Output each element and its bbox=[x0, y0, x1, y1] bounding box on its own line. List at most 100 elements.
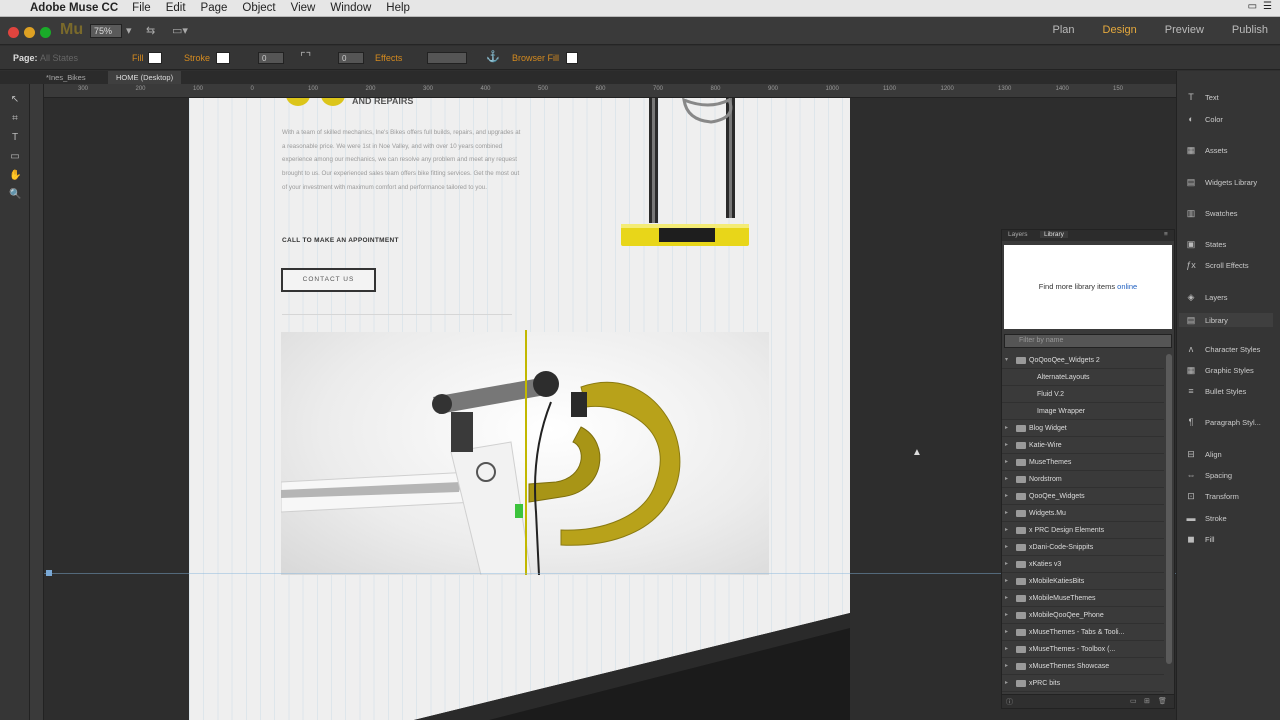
library-tree-row[interactable]: ▸ xPRC bits bbox=[1002, 675, 1164, 692]
library-tree-row[interactable]: ▸ Widgets.Mu bbox=[1002, 505, 1164, 522]
expand-arrow-icon[interactable]: ▸ bbox=[1005, 505, 1008, 522]
library-tree-row[interactable]: ▸ MuseThemes bbox=[1002, 454, 1164, 471]
zoom-tool-icon[interactable]: 🔍 bbox=[9, 189, 21, 201]
expand-arrow-icon[interactable]: ▸ bbox=[1005, 607, 1008, 624]
rectangle-tool-icon[interactable]: ▭ bbox=[9, 151, 21, 163]
panel-item-states[interactable]: ▣ States bbox=[1185, 239, 1227, 249]
panel-item-graphic-styles[interactable]: ▦ Graphic Styles bbox=[1185, 365, 1254, 375]
delete-icon[interactable]: 🗑 bbox=[1158, 697, 1167, 705]
panel-item-paragraph-styl[interactable]: ¶ Paragraph Styl... bbox=[1185, 417, 1261, 427]
library-tree-row[interactable]: ▸ xMuseThemes - Tabs & Tooli... bbox=[1002, 624, 1164, 641]
view-options-icon[interactable]: ▭▾ bbox=[172, 24, 188, 37]
expand-arrow-icon[interactable]: ▸ bbox=[1005, 454, 1008, 471]
library-tree-row[interactable]: ▸ xMobileMuseThemes bbox=[1002, 590, 1164, 607]
new-item-icon[interactable]: ⊞ bbox=[1144, 697, 1150, 705]
expand-arrow-icon[interactable]: ▸ bbox=[1005, 471, 1008, 488]
panel-item-layers[interactable]: ◈ Layers bbox=[1185, 292, 1228, 302]
panel-item-spacing[interactable]: ⇔ Spacing bbox=[1185, 470, 1233, 480]
library-tree-row[interactable]: ▸ Nordstrom bbox=[1002, 471, 1164, 488]
library-tree-row[interactable]: ▸ Katie-Wire bbox=[1002, 437, 1164, 454]
browser-fill-swatch[interactable] bbox=[566, 52, 578, 64]
panel-item-assets[interactable]: ▦ Assets bbox=[1185, 145, 1228, 155]
mode-preview[interactable]: Preview bbox=[1165, 24, 1204, 36]
library-tree-row[interactable]: Image Wrapper bbox=[1002, 403, 1164, 420]
online-link[interactable]: online bbox=[1117, 282, 1137, 291]
expand-arrow-icon[interactable]: ▸ bbox=[1005, 641, 1008, 658]
screen-mirror-icon[interactable]: ▭ bbox=[1248, 1, 1257, 12]
library-tree-row[interactable]: ▸ x PRC Design Elements bbox=[1002, 522, 1164, 539]
library-tree-row[interactable]: ▸ xMobileKatiesBits bbox=[1002, 573, 1164, 590]
library-tree-row[interactable]: Fluid V.2 bbox=[1002, 386, 1164, 403]
panel-item-library[interactable]: ▤ Library bbox=[1179, 313, 1273, 327]
text-tool-icon[interactable]: T bbox=[9, 132, 21, 144]
page-artboard[interactable]: AND REPAIRS With a team of skilled mecha… bbox=[189, 98, 850, 720]
expand-arrow-icon[interactable]: ▸ bbox=[1005, 675, 1008, 692]
filter-input[interactable]: Filter by name bbox=[1004, 334, 1172, 348]
selection-tool-icon[interactable]: ↖ bbox=[9, 94, 21, 106]
expand-arrow-icon[interactable]: ▸ bbox=[1005, 437, 1008, 454]
mode-design[interactable]: Design bbox=[1103, 24, 1137, 36]
library-tree-row[interactable]: ▾ QoQooQee_Widgets 2 bbox=[1002, 352, 1164, 369]
expand-arrow-icon[interactable]: ▸ bbox=[1005, 573, 1008, 590]
expand-arrow-icon[interactable]: ▸ bbox=[1005, 590, 1008, 607]
vertical-ruler[interactable] bbox=[30, 84, 44, 720]
panel-item-align[interactable]: ⊟ Align bbox=[1185, 449, 1221, 459]
library-tree-row[interactable]: ▸ xKaties v3 bbox=[1002, 556, 1164, 573]
anchor-icon[interactable]: ⚓ bbox=[486, 50, 500, 63]
panel-item-widgets-library[interactable]: ▤ Widgets Library bbox=[1185, 177, 1257, 187]
panel-item-color[interactable]: ◐ Color bbox=[1185, 114, 1223, 124]
panel-item-transform[interactable]: ⊡ Transform bbox=[1185, 491, 1239, 501]
library-tree-row[interactable]: ▸ Blog Widget bbox=[1002, 420, 1164, 437]
expand-arrow-icon[interactable]: ▸ bbox=[1005, 539, 1008, 556]
stroke-width-field[interactable]: 0 bbox=[258, 52, 284, 64]
library-tree-row[interactable]: ▸ xDani-Code-Snippits bbox=[1002, 539, 1164, 556]
hand-tool-icon[interactable]: ✋ bbox=[9, 170, 21, 182]
panel-item-text[interactable]: T Text bbox=[1185, 92, 1219, 102]
panel-item-swatches[interactable]: ▥ Swatches bbox=[1185, 208, 1238, 218]
library-tree-row[interactable]: ▸ QooQee_Widgets bbox=[1002, 488, 1164, 505]
zoom-dropdown-icon[interactable]: ▾ bbox=[126, 24, 132, 37]
fill-swatch[interactable] bbox=[148, 52, 162, 64]
zoom-window-button[interactable] bbox=[40, 27, 51, 38]
tab-home-desktop[interactable]: HOME (Desktop) bbox=[108, 71, 182, 84]
expand-arrow-icon[interactable]: ▸ bbox=[1005, 420, 1008, 437]
panel-menu-icon[interactable]: ≡ bbox=[1160, 231, 1172, 238]
minimize-window-button[interactable] bbox=[24, 27, 35, 38]
stroke-swatch[interactable] bbox=[216, 52, 230, 64]
menu-page[interactable]: Page bbox=[201, 2, 228, 14]
mode-plan[interactable]: Plan bbox=[1053, 24, 1075, 36]
crop-tool-icon[interactable]: ⌗ bbox=[9, 113, 21, 125]
collapse-arrow-icon[interactable]: ▾ bbox=[1005, 352, 1008, 369]
expand-arrow-icon[interactable]: ▸ bbox=[1005, 488, 1008, 505]
expand-arrow-icon[interactable]: ▸ bbox=[1005, 658, 1008, 675]
menu-object[interactable]: Object bbox=[242, 2, 275, 14]
library-scrollbar[interactable] bbox=[1166, 354, 1172, 664]
horizontal-ruler[interactable]: 300 200 100 0 100 200 300 400 500 600 700 800 900 100… bbox=[44, 84, 1176, 98]
footer-dark-shape[interactable] bbox=[189, 98, 850, 720]
mode-publish[interactable]: Publish bbox=[1232, 24, 1268, 36]
library-tree-row[interactable]: ▸ xMobileQooQee_Phone bbox=[1002, 607, 1164, 624]
tab-site-plan[interactable]: *Ines_Bikes bbox=[38, 71, 94, 84]
arrange-icon[interactable]: ⇆ bbox=[146, 24, 155, 37]
tab-library[interactable]: Library bbox=[1040, 231, 1068, 238]
library-tree-row[interactable]: ▸ xMuseThemes - Toolbox (... bbox=[1002, 641, 1164, 658]
menu-view[interactable]: View bbox=[291, 2, 316, 14]
tab-layers[interactable]: Layers bbox=[1004, 231, 1032, 238]
guide-handle[interactable] bbox=[46, 570, 52, 576]
new-folder-icon[interactable]: ▭ bbox=[1130, 697, 1137, 705]
expand-arrow-icon[interactable]: ▸ bbox=[1005, 624, 1008, 641]
panel-item-scroll-effects[interactable]: ƒx Scroll Effects bbox=[1185, 260, 1248, 270]
effects-field[interactable] bbox=[427, 52, 467, 64]
info-icon[interactable]: ⓘ bbox=[1006, 697, 1013, 707]
menu-help[interactable]: Help bbox=[386, 2, 410, 14]
menu-edit[interactable]: Edit bbox=[166, 2, 186, 14]
panel-item-bullet-styles[interactable]: ≡ Bullet Styles bbox=[1185, 386, 1246, 396]
corner-radius-field[interactable]: 0 bbox=[338, 52, 364, 64]
library-tree-row[interactable]: ▸ xMuseThemes Showcase bbox=[1002, 658, 1164, 675]
panel-item-character-styles[interactable]: ʌ Character Styles bbox=[1185, 344, 1261, 354]
list-menu-icon[interactable]: ☰ bbox=[1263, 1, 1272, 12]
corner-radius-icon[interactable]: ⌜⌝ bbox=[300, 50, 311, 64]
panel-item-fill[interactable]: ◼ Fill bbox=[1185, 534, 1214, 544]
close-window-button[interactable] bbox=[8, 27, 19, 38]
app-name-menu[interactable]: Adobe Muse CC bbox=[30, 2, 118, 14]
